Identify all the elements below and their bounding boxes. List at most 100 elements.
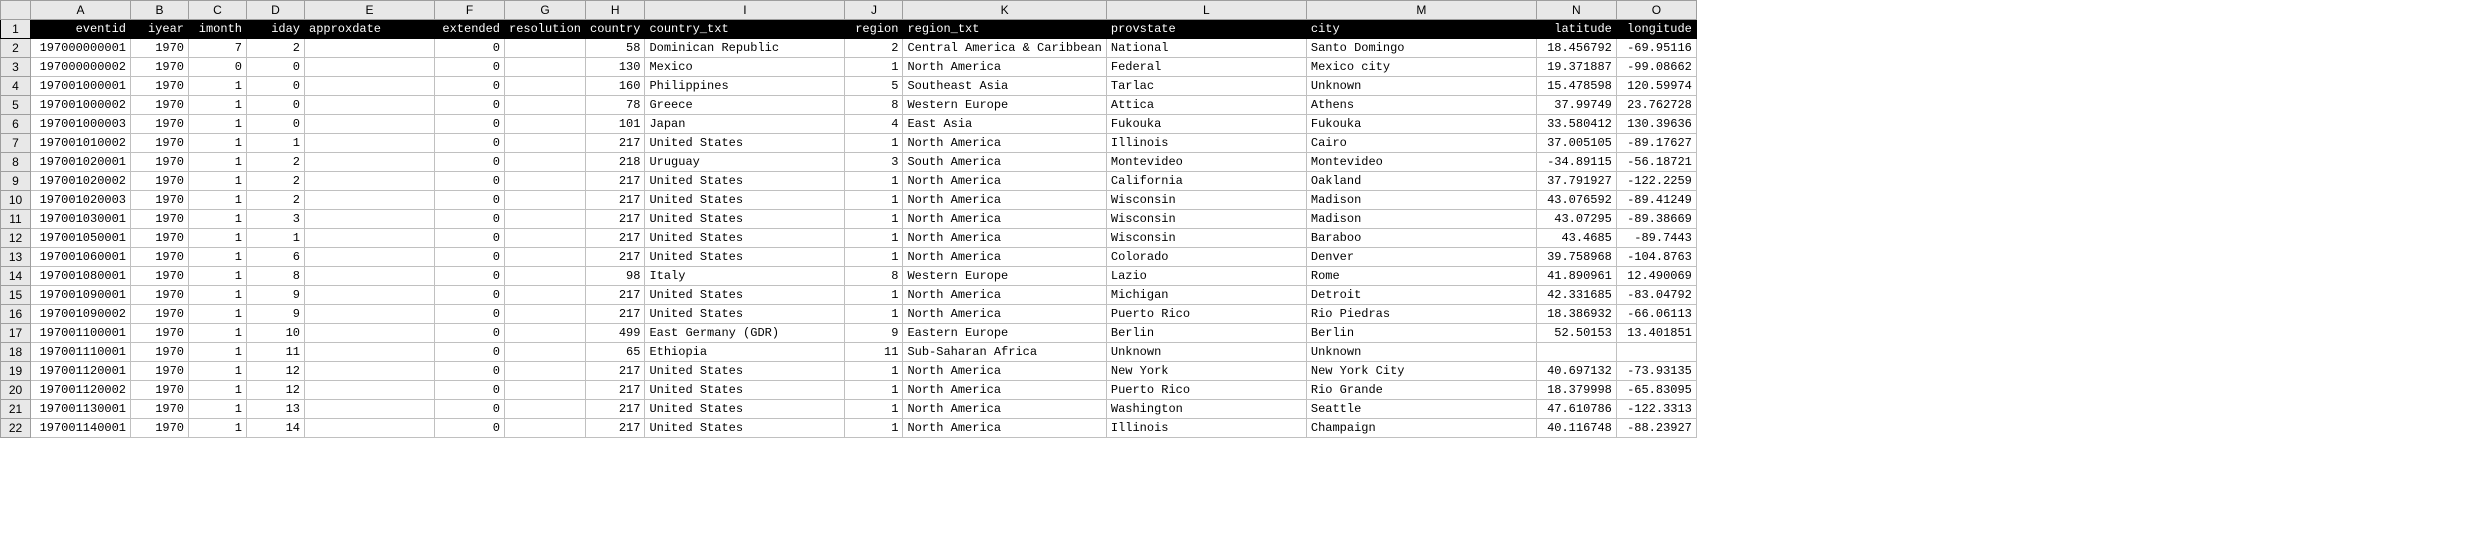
data-cell[interactable]: United States xyxy=(645,400,845,419)
data-cell[interactable]: 19.371887 xyxy=(1536,58,1616,77)
data-cell[interactable] xyxy=(505,419,586,438)
data-cell[interactable]: 0 xyxy=(435,210,505,229)
data-cell[interactable]: Rio Grande xyxy=(1306,381,1536,400)
field-header-cell[interactable]: imonth xyxy=(189,20,247,39)
data-cell[interactable]: 0 xyxy=(435,58,505,77)
data-cell[interactable]: 15.478598 xyxy=(1536,77,1616,96)
data-cell[interactable]: Attica xyxy=(1106,96,1306,115)
data-cell[interactable]: United States xyxy=(645,248,845,267)
data-cell[interactable]: Unknown xyxy=(1106,343,1306,362)
data-cell[interactable]: 197001000003 xyxy=(31,115,131,134)
data-cell[interactable]: 197001060001 xyxy=(31,248,131,267)
data-cell[interactable]: Michigan xyxy=(1106,286,1306,305)
data-cell[interactable] xyxy=(305,39,435,58)
data-cell[interactable]: 13 xyxy=(247,400,305,419)
row-header[interactable]: 9 xyxy=(1,172,31,191)
data-cell[interactable]: New York City xyxy=(1306,362,1536,381)
data-cell[interactable]: Washington xyxy=(1106,400,1306,419)
column-header[interactable]: J xyxy=(845,1,903,20)
data-cell[interactable]: 43.07295 xyxy=(1536,210,1616,229)
data-cell[interactable]: Seattle xyxy=(1306,400,1536,419)
data-cell[interactable]: 217 xyxy=(586,305,645,324)
data-cell[interactable]: 1970 xyxy=(131,305,189,324)
data-cell[interactable]: Fukouka xyxy=(1306,115,1536,134)
data-cell[interactable]: 197001020002 xyxy=(31,172,131,191)
data-cell[interactable]: 9 xyxy=(845,324,903,343)
data-cell[interactable]: 1 xyxy=(189,172,247,191)
row-header[interactable]: 6 xyxy=(1,115,31,134)
data-cell[interactable]: 1 xyxy=(189,324,247,343)
data-cell[interactable]: 8 xyxy=(845,267,903,286)
data-cell[interactable]: 1 xyxy=(845,381,903,400)
data-cell[interactable]: 9 xyxy=(247,286,305,305)
data-cell[interactable]: 10 xyxy=(247,324,305,343)
field-header-cell[interactable]: latitude xyxy=(1536,20,1616,39)
data-cell[interactable]: -89.7443 xyxy=(1616,229,1696,248)
data-cell[interactable]: 1970 xyxy=(131,153,189,172)
data-cell[interactable] xyxy=(505,115,586,134)
data-cell[interactable]: 197001020001 xyxy=(31,153,131,172)
data-cell[interactable] xyxy=(505,172,586,191)
data-cell[interactable]: 0 xyxy=(247,58,305,77)
data-cell[interactable] xyxy=(505,400,586,419)
data-cell[interactable]: -89.17627 xyxy=(1616,134,1696,153)
data-cell[interactable]: United States xyxy=(645,419,845,438)
data-cell[interactable]: 0 xyxy=(247,115,305,134)
row-header[interactable]: 12 xyxy=(1,229,31,248)
data-cell[interactable] xyxy=(305,419,435,438)
field-header-cell[interactable]: country xyxy=(586,20,645,39)
data-cell[interactable]: 197001110001 xyxy=(31,343,131,362)
data-cell[interactable]: Philippines xyxy=(645,77,845,96)
row-header[interactable]: 7 xyxy=(1,134,31,153)
data-cell[interactable] xyxy=(505,58,586,77)
data-cell[interactable]: 1 xyxy=(189,153,247,172)
field-header-cell[interactable]: resolution xyxy=(505,20,586,39)
data-cell[interactable]: 217 xyxy=(586,286,645,305)
data-cell[interactable]: East Asia xyxy=(903,115,1106,134)
data-cell[interactable]: Mexico city xyxy=(1306,58,1536,77)
data-cell[interactable]: Berlin xyxy=(1306,324,1536,343)
data-cell[interactable]: 1970 xyxy=(131,134,189,153)
data-cell[interactable]: 1 xyxy=(189,400,247,419)
data-cell[interactable] xyxy=(305,267,435,286)
data-cell[interactable]: South America xyxy=(903,153,1106,172)
column-header[interactable]: K xyxy=(903,1,1106,20)
data-cell[interactable]: 1 xyxy=(189,343,247,362)
column-header[interactable]: G xyxy=(505,1,586,20)
data-cell[interactable] xyxy=(505,343,586,362)
data-cell[interactable]: 217 xyxy=(586,134,645,153)
data-cell[interactable]: United States xyxy=(645,229,845,248)
data-cell[interactable]: National xyxy=(1106,39,1306,58)
data-cell[interactable]: 197001010002 xyxy=(31,134,131,153)
spreadsheet-grid[interactable]: ABCDEFGHIJKLMNO1eventidiyearimonthidayap… xyxy=(0,0,1697,438)
data-cell[interactable]: Denver xyxy=(1306,248,1536,267)
data-cell[interactable] xyxy=(505,362,586,381)
data-cell[interactable]: 1 xyxy=(189,267,247,286)
data-cell[interactable]: 13.401851 xyxy=(1616,324,1696,343)
data-cell[interactable]: 197000000002 xyxy=(31,58,131,77)
data-cell[interactable]: 1970 xyxy=(131,362,189,381)
row-header[interactable]: 3 xyxy=(1,58,31,77)
data-cell[interactable]: North America xyxy=(903,191,1106,210)
field-header-cell[interactable]: region_txt xyxy=(903,20,1106,39)
column-header[interactable]: N xyxy=(1536,1,1616,20)
data-cell[interactable]: Athens xyxy=(1306,96,1536,115)
data-cell[interactable]: 3 xyxy=(247,210,305,229)
data-cell[interactable]: United States xyxy=(645,305,845,324)
data-cell[interactable]: 1 xyxy=(189,248,247,267)
column-header[interactable]: D xyxy=(247,1,305,20)
data-cell[interactable]: -66.06113 xyxy=(1616,305,1696,324)
data-cell[interactable]: 23.762728 xyxy=(1616,96,1696,115)
data-cell[interactable]: 1970 xyxy=(131,115,189,134)
data-cell[interactable]: 0 xyxy=(435,286,505,305)
data-cell[interactable] xyxy=(305,134,435,153)
data-cell[interactable]: 11 xyxy=(845,343,903,362)
data-cell[interactable]: Madison xyxy=(1306,191,1536,210)
data-cell[interactable]: 1 xyxy=(845,248,903,267)
data-cell[interactable]: North America xyxy=(903,305,1106,324)
data-cell[interactable] xyxy=(305,362,435,381)
data-cell[interactable]: 12 xyxy=(247,381,305,400)
data-cell[interactable]: Wisconsin xyxy=(1106,210,1306,229)
column-header[interactable]: H xyxy=(586,1,645,20)
data-cell[interactable]: 0 xyxy=(435,267,505,286)
